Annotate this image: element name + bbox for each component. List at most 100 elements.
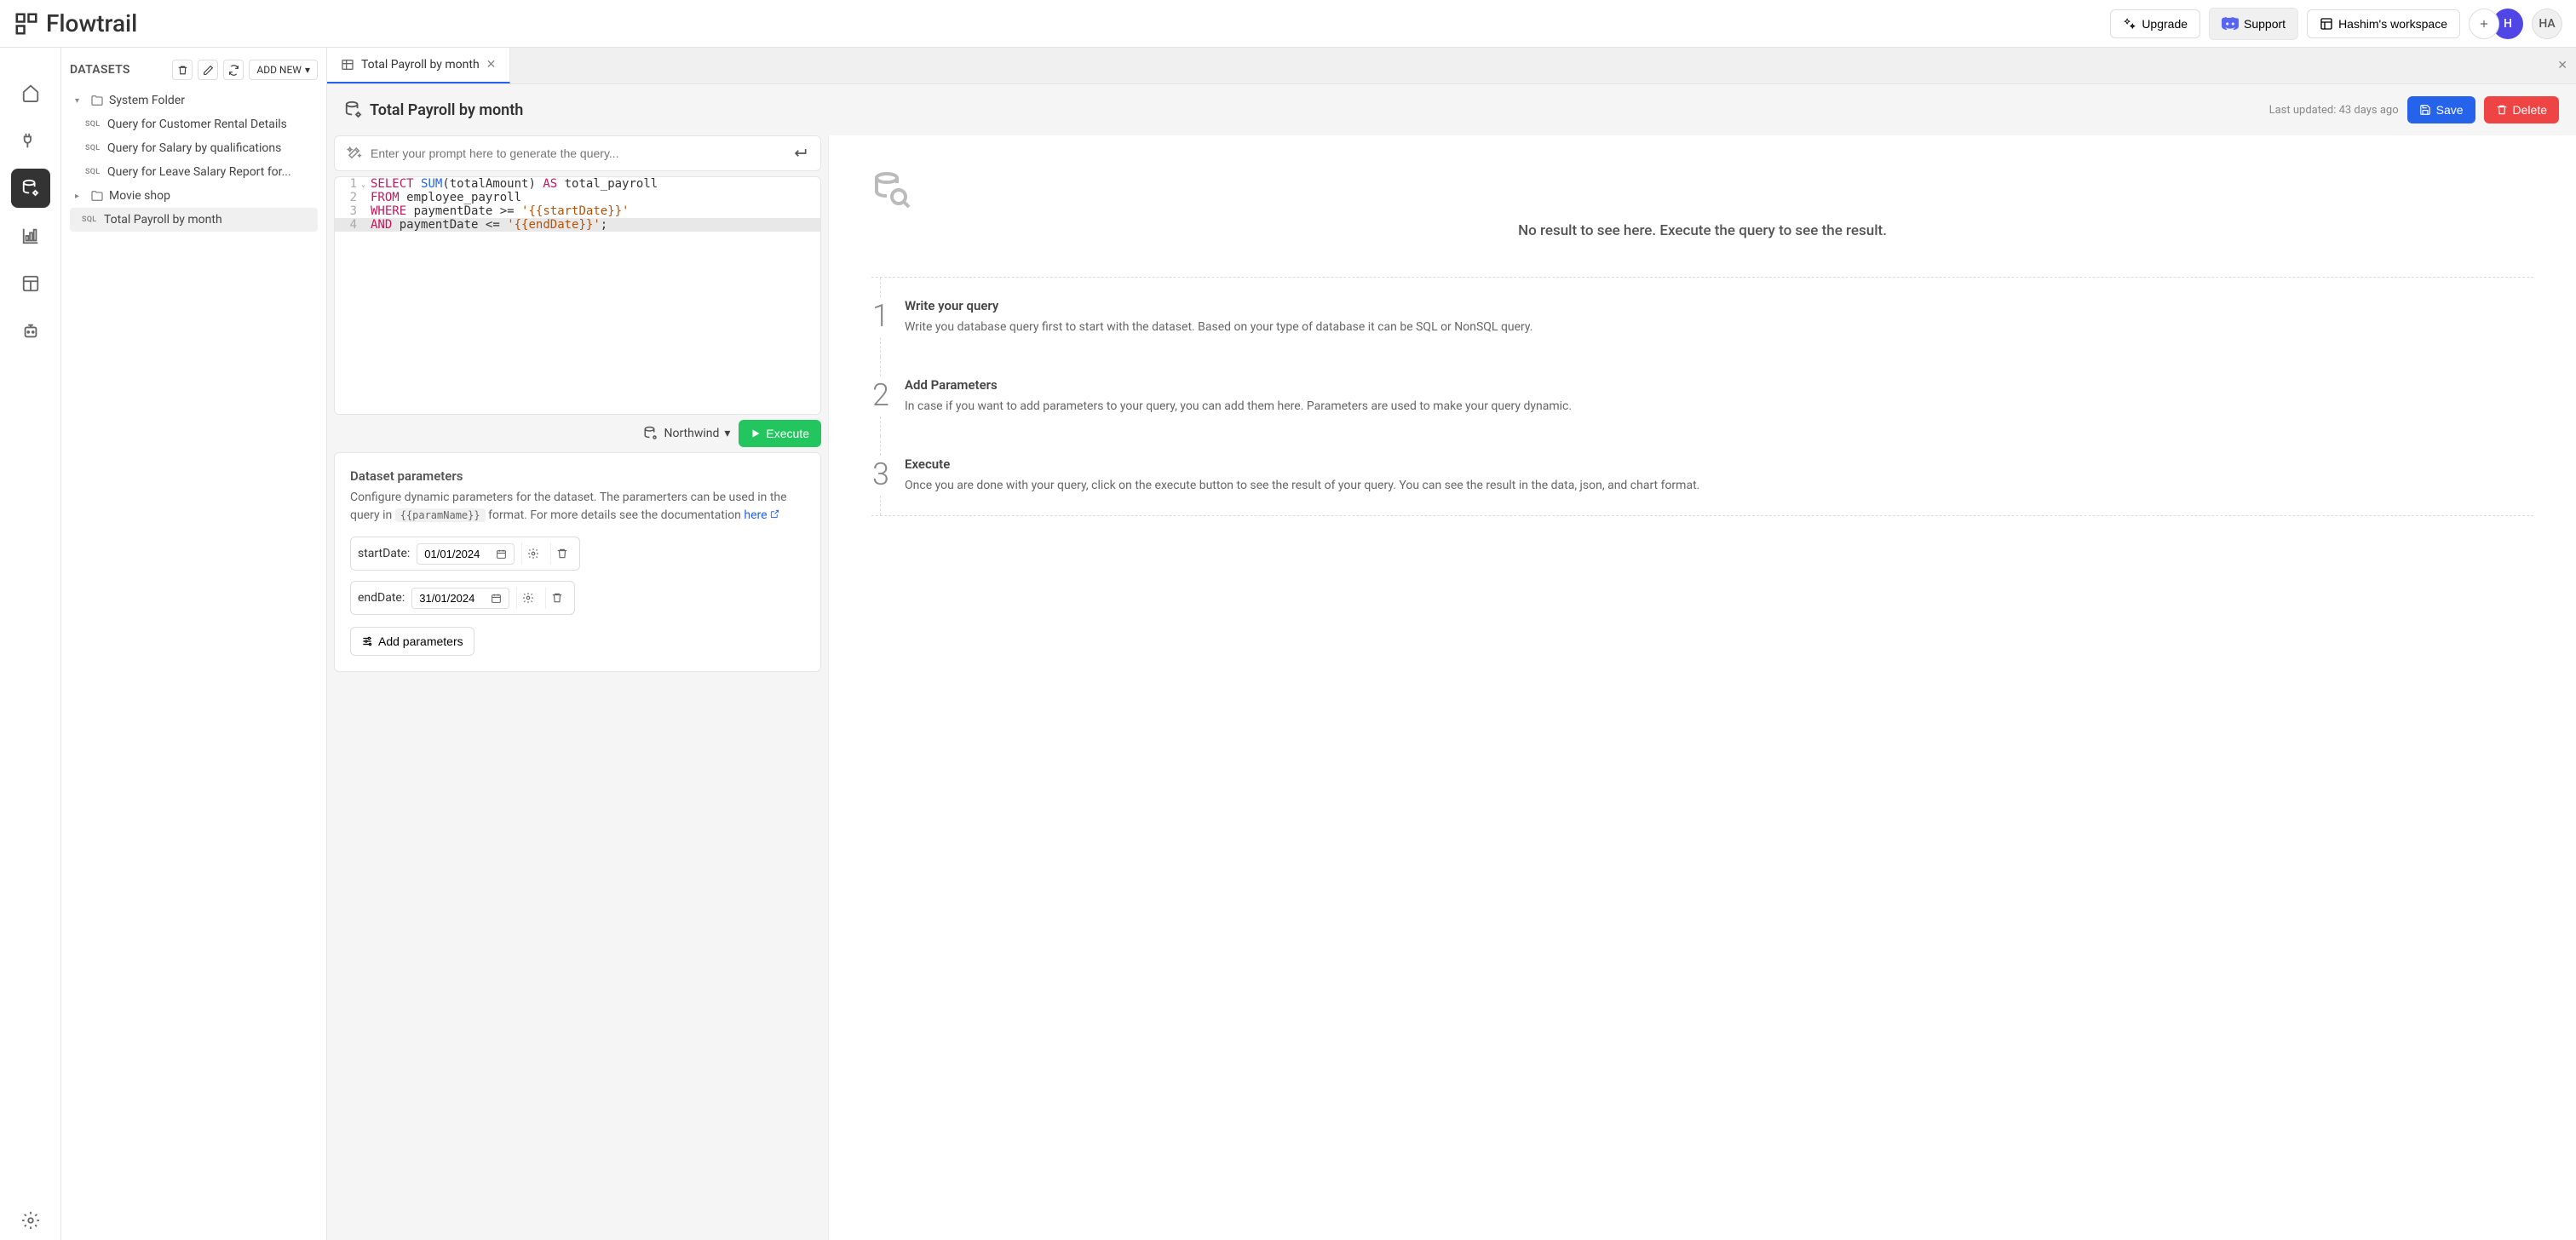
- page-title-text: Total Payroll by month: [370, 101, 523, 119]
- refresh-button[interactable]: [223, 60, 244, 80]
- delete-button[interactable]: Delete: [2484, 96, 2559, 123]
- query-leave[interactable]: SQL Query for Leave Salary Report for...: [70, 160, 318, 184]
- edit-dataset-button[interactable]: [198, 60, 218, 80]
- close-all-icon[interactable]: ✕: [2557, 59, 2567, 72]
- prompt-input[interactable]: [371, 146, 783, 160]
- chart-icon: [21, 227, 40, 245]
- table-icon: [341, 58, 354, 72]
- sql-icon: SQL: [85, 120, 102, 129]
- dashboard-icon: [21, 274, 40, 293]
- datasets-sidebar: DATASETS ADD NEW ▾ ▾ System Folder SQL Q…: [61, 48, 327, 1240]
- database-gear-icon: [21, 179, 40, 198]
- param-delete-button[interactable]: [545, 587, 567, 609]
- execute-button[interactable]: Execute: [739, 420, 821, 447]
- nav-ai[interactable]: [11, 312, 50, 351]
- nav-dashboards[interactable]: [11, 264, 50, 303]
- plug-icon: [21, 131, 40, 150]
- nav-home[interactable]: [11, 73, 50, 112]
- logo-text: Flowtrail: [46, 9, 137, 37]
- workspace-selector[interactable]: Hashim's workspace: [2307, 9, 2460, 38]
- folder-system[interactable]: ▾ System Folder: [70, 89, 318, 112]
- gear-icon: [522, 592, 534, 604]
- step-number: 3: [864, 456, 889, 495]
- logo-icon: [14, 11, 39, 37]
- steps-guide: 1 Write your query Write you database qu…: [871, 277, 2533, 516]
- folder-movie[interactable]: ▸ Movie shop: [70, 184, 318, 208]
- results-panel: No result to see here. Execute the query…: [828, 135, 2576, 1240]
- sql-icon: SQL: [85, 144, 102, 152]
- close-tab-icon[interactable]: ✕: [486, 58, 497, 72]
- add-parameters-button[interactable]: Add parameters: [350, 627, 474, 656]
- startdate-input[interactable]: [424, 548, 492, 560]
- docs-link[interactable]: here: [744, 508, 779, 522]
- upgrade-button[interactable]: Upgrade: [2110, 9, 2200, 38]
- enddate-input[interactable]: [419, 592, 487, 605]
- content-area: Total Payroll by month ✕ ✕ Total Payroll…: [327, 48, 2576, 1240]
- trash-icon: [177, 65, 188, 76]
- header-actions: Upgrade Support Hashim's workspace H HA: [2110, 8, 2562, 40]
- parameters-panel: Dataset parameters Configure dynamic par…: [334, 452, 821, 672]
- last-updated: Last updated: 43 days ago: [2269, 104, 2399, 117]
- param-delete-button[interactable]: [550, 542, 572, 565]
- params-title: Dataset parameters: [350, 468, 805, 484]
- database-gear-icon: [643, 426, 658, 441]
- enter-icon[interactable]: [791, 145, 808, 162]
- page-header: Total Payroll by month Last updated: 43 …: [327, 84, 2576, 135]
- app-header: Flowtrail Upgrade Support Hashim's works…: [0, 0, 2576, 48]
- tabs-bar: Total Payroll by month ✕ ✕: [327, 48, 2576, 84]
- param-settings-button[interactable]: [516, 587, 538, 609]
- param-enddate: endDate:: [350, 581, 575, 615]
- nav-datasets[interactable]: [11, 169, 50, 208]
- search-db-icon: [871, 169, 2533, 210]
- trash-icon: [2496, 104, 2508, 116]
- folder-icon: [90, 94, 104, 107]
- query-salary[interactable]: SQL Query for Salary by qualifications: [70, 136, 318, 160]
- tab-payroll[interactable]: Total Payroll by month ✕: [327, 48, 510, 83]
- query-payroll[interactable]: SQL Total Payroll by month: [70, 208, 318, 232]
- trash-icon: [551, 592, 563, 604]
- param-startdate: startDate:: [350, 537, 580, 571]
- param-settings-button[interactable]: [521, 542, 543, 565]
- robot-icon: [21, 322, 40, 341]
- nav-charts[interactable]: [11, 216, 50, 255]
- gear-icon: [527, 548, 539, 560]
- save-icon: [2419, 104, 2431, 116]
- sidebar-title: DATASETS: [70, 63, 167, 77]
- wand-icon: [347, 146, 362, 161]
- delete-dataset-button[interactable]: [172, 60, 193, 80]
- sql-editor[interactable]: 1⌄SELECT SUM(totalAmount) AS total_payro…: [334, 176, 821, 415]
- nav-settings[interactable]: [11, 1201, 50, 1240]
- logo[interactable]: Flowtrail: [14, 9, 137, 37]
- add-member-button[interactable]: [2469, 9, 2499, 39]
- sparkle-icon: [2123, 17, 2136, 31]
- sql-icon: SQL: [82, 215, 99, 224]
- step-number: 2: [864, 377, 889, 416]
- plus-icon: [2478, 18, 2490, 30]
- database-selector[interactable]: Northwind ▾: [643, 426, 730, 441]
- nav-rail: [0, 48, 61, 1240]
- caret-right-icon: ▸: [75, 192, 85, 201]
- support-button[interactable]: Support: [2209, 8, 2298, 40]
- chevron-down-icon: ▾: [305, 64, 310, 76]
- sql-icon: SQL: [85, 168, 102, 176]
- external-link-icon: [770, 509, 779, 519]
- refresh-icon: [228, 65, 239, 76]
- params-description: Configure dynamic parameters for the dat…: [350, 489, 805, 525]
- query-rental[interactable]: SQL Query for Customer Rental Details: [70, 112, 318, 136]
- sliders-icon: [361, 635, 373, 647]
- caret-down-icon: ▾: [75, 96, 85, 106]
- trash-icon: [556, 548, 568, 560]
- gear-icon: [21, 1211, 40, 1230]
- database-gear-icon: [344, 100, 363, 119]
- user-avatar[interactable]: HA: [2532, 9, 2562, 39]
- add-new-button[interactable]: ADD NEW ▾: [249, 60, 318, 80]
- nav-connections[interactable]: [11, 121, 50, 160]
- calendar-icon[interactable]: [496, 548, 507, 560]
- save-button[interactable]: Save: [2407, 96, 2475, 123]
- calendar-icon[interactable]: [491, 593, 502, 604]
- workspace-icon: [2320, 17, 2333, 31]
- ai-prompt-bar: [334, 135, 821, 171]
- empty-state-text: No result to see here. Execute the query…: [871, 221, 2533, 243]
- play-icon: [750, 428, 761, 439]
- discord-icon: [2222, 15, 2239, 32]
